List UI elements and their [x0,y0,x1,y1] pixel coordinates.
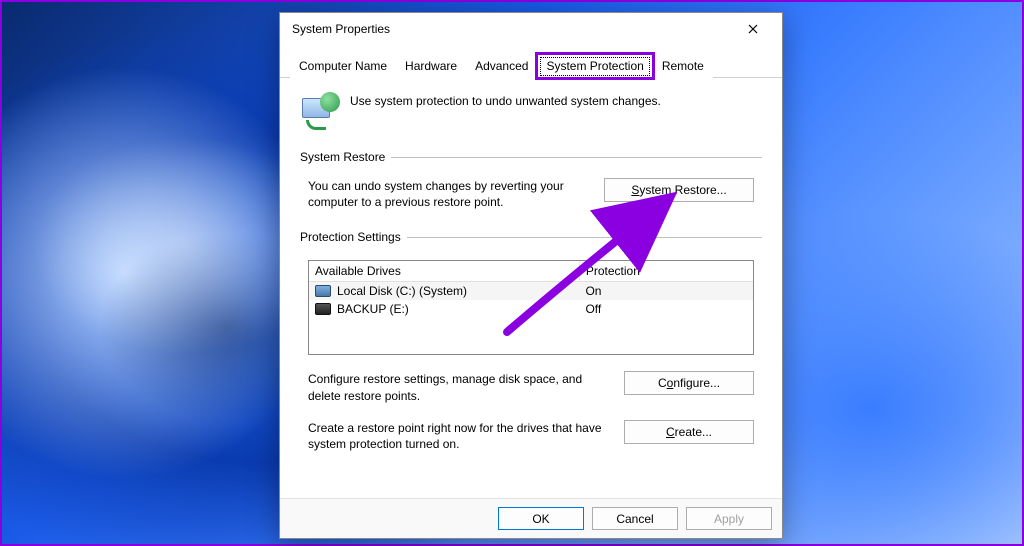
system-restore-desc: You can undo system changes by reverting… [308,178,584,210]
system-protection-icon [300,92,340,132]
intro-row: Use system protection to undo unwanted s… [300,92,762,132]
close-icon [748,24,758,34]
cancel-button[interactable]: Cancel [592,507,678,530]
system-restore-legend: System Restore [300,150,391,164]
tab-advanced[interactable]: Advanced [466,54,537,78]
drive-row[interactable]: Local Disk (C:) (System) On [309,282,753,300]
system-properties-dialog: System Properties Computer Name Hardware… [279,12,783,539]
drive-row[interactable]: BACKUP (E:) Off [309,300,753,318]
drive-name: Local Disk (C:) (System) [337,284,467,298]
create-button[interactable]: Create... [624,420,754,444]
close-button[interactable] [730,14,776,44]
apply-button: Apply [686,507,772,530]
col-available-drives[interactable]: Available Drives [309,261,580,281]
drive-protection: Off [579,302,753,316]
dialog-button-row: OK Cancel Apply [280,498,782,538]
disk-icon [315,303,331,315]
create-desc: Create a restore point right now for the… [308,420,604,452]
disk-icon [315,285,331,297]
drives-header: Available Drives Protection [309,261,753,282]
window-title: System Properties [292,22,390,36]
protection-settings-legend: Protection Settings [300,230,407,244]
tab-computer-name[interactable]: Computer Name [290,54,396,78]
configure-button[interactable]: Configure... [624,371,754,395]
system-restore-group: System Restore You can undo system chang… [300,150,762,214]
intro-text: Use system protection to undo unwanted s… [350,92,661,132]
drive-name: BACKUP (E:) [337,302,409,316]
tab-remote[interactable]: Remote [653,54,713,78]
titlebar[interactable]: System Properties [280,13,782,45]
tab-strip: Computer Name Hardware Advanced System P… [280,45,782,78]
protection-settings-group: Protection Settings Available Drives Pro… [300,230,762,456]
tab-system-protection[interactable]: System Protection [537,54,652,78]
col-protection[interactable]: Protection [580,261,753,281]
drives-body: Local Disk (C:) (System) On BACKUP (E:) … [309,282,753,354]
drives-table: Available Drives Protection Local Disk (… [308,260,754,355]
system-restore-button[interactable]: System Restore... [604,178,754,202]
drive-protection: On [579,284,753,298]
configure-desc: Configure restore settings, manage disk … [308,371,604,403]
ok-button[interactable]: OK [498,507,584,530]
tab-content: Use system protection to undo unwanted s… [280,78,782,498]
tab-hardware[interactable]: Hardware [396,54,466,78]
